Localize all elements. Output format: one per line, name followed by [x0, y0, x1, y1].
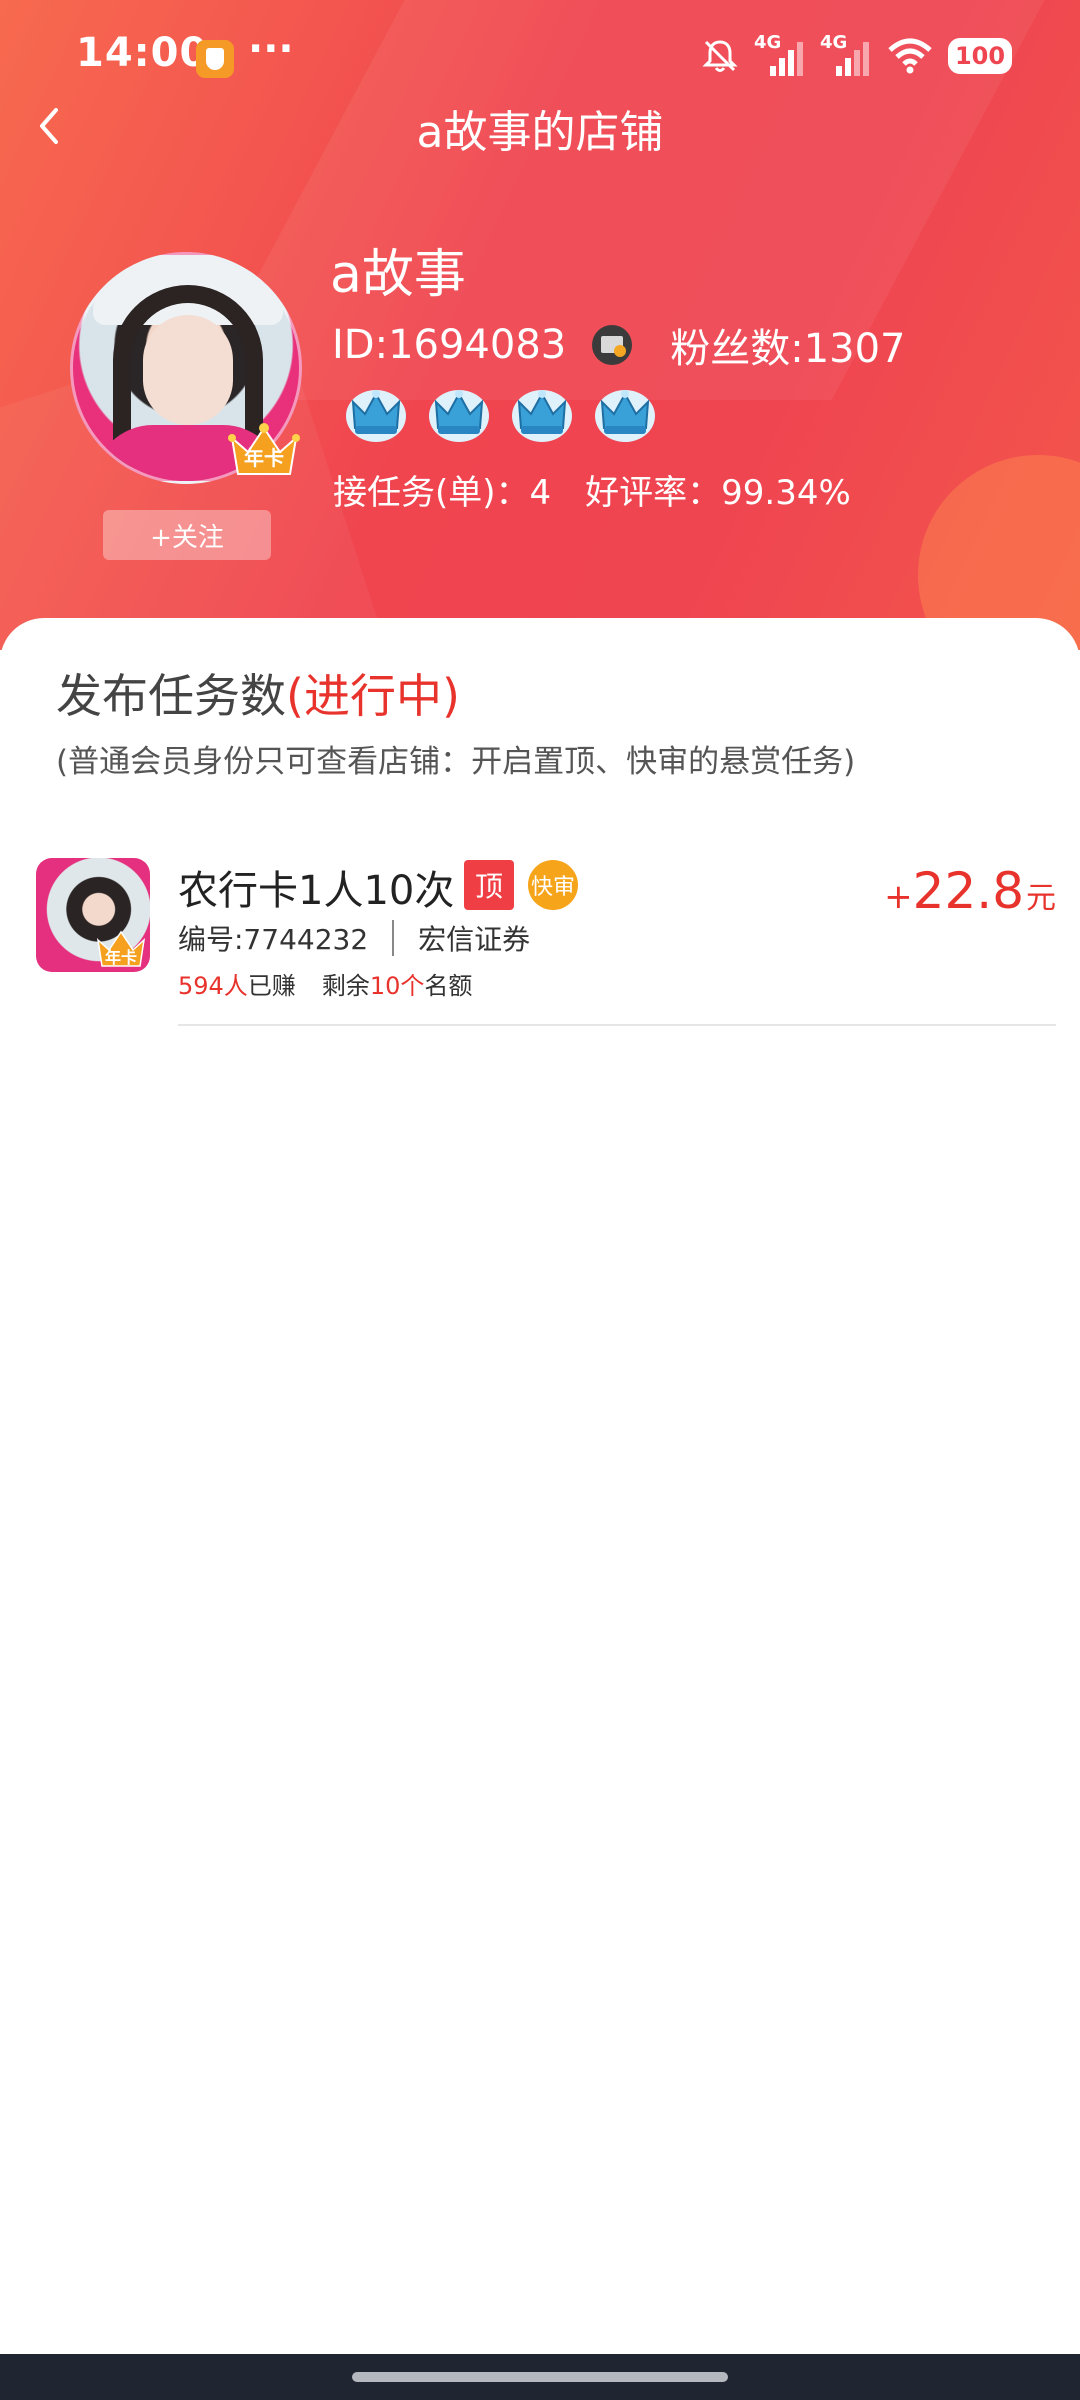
task-number: 编号:7744232 — [178, 923, 369, 956]
divider — [392, 920, 395, 956]
signal-icon: 4G — [820, 32, 872, 76]
rating: 好评率：99.34% — [585, 473, 851, 513]
fans-count: 粉丝数:1307 — [670, 326, 906, 372]
status-time: 14:00 — [76, 30, 209, 76]
shop-owner-name: a故事 — [330, 245, 466, 305]
wifi-icon — [888, 38, 932, 74]
section-note: (普通会员身份只可查看店铺：开启置顶、快审的悬赏任务) — [56, 744, 856, 780]
follow-button[interactable]: +关注 — [103, 510, 271, 560]
bell-muted-icon — [702, 40, 738, 72]
section-status: (进行中) — [286, 669, 460, 723]
remaining-label: 剩余 — [321, 972, 370, 1000]
more-notifications-indicator: ··· — [248, 26, 294, 72]
fast-review-badge: 快审 — [528, 860, 578, 910]
task-meta: 编号:7744232 宏信证券 — [178, 918, 530, 958]
annual-card-label: 年卡 — [104, 948, 137, 967]
page-title: a故事的店铺 — [416, 107, 664, 158]
annual-card-label: 年卡 — [244, 446, 284, 470]
id-row: ID:1694083 粉丝数:1307 — [332, 316, 906, 374]
task-list-card: 发布任务数(进行中) (普通会员身份只可查看店铺：开启置顶、快审的悬赏任务) 年… — [0, 618, 1080, 2358]
remaining-count: 10个 — [369, 972, 425, 1000]
task-title: 农行卡1人10次 — [178, 868, 455, 914]
reward-amount: 22.8 — [912, 862, 1024, 920]
section-title: 发布任务数(进行中) — [56, 660, 460, 726]
level-crowns — [343, 380, 658, 446]
pinned-badge: 顶 — [464, 860, 514, 910]
system-nav-bar — [0, 2354, 1080, 2400]
stats-row: 接任务(单)：4 好评率：99.34% — [333, 465, 851, 514]
annual-card-badge: 年卡 — [226, 420, 302, 480]
signal-icon: 4G — [754, 32, 806, 76]
shop-header: 14:00 ··· 4G 4G 100 a故事的店铺 年卡 +关注 a故事 ID… — [0, 0, 1080, 650]
crown-icon — [595, 390, 655, 442]
earned-label: 已赚 — [247, 972, 296, 1000]
reward-plus: + — [884, 877, 913, 917]
id-verified-icon — [592, 325, 633, 365]
crown-icon — [346, 390, 406, 442]
remaining-suffix: 名额 — [424, 972, 473, 1000]
user-id: ID:1694083 — [332, 322, 567, 368]
list-item[interactable]: 年卡 农行卡1人10次 顶 快审 编号:7744232 宏信证券 594人已赚剩… — [36, 858, 1056, 1028]
task-company: 宏信证券 — [418, 923, 531, 956]
status-bar: 14:00 ··· 4G 4G 100 — [0, 0, 1080, 110]
task-reward: + 22.8 元 — [884, 862, 1056, 920]
divider — [178, 1024, 1056, 1026]
app-shield-icon — [196, 40, 234, 78]
earned-count: 594人 — [178, 972, 248, 1000]
task-thumbnail: 年卡 — [36, 858, 150, 972]
section-title-text: 发布任务数 — [56, 669, 286, 723]
crown-icon — [512, 390, 572, 442]
home-indicator[interactable] — [352, 2372, 728, 2382]
status-icons: 4G 4G 100 — [700, 32, 1012, 80]
reward-unit: 元 — [1026, 881, 1056, 916]
crown-icon — [429, 390, 489, 442]
tasks-taken: 接任务(单)：4 — [333, 473, 552, 513]
battery-icon: 100 — [948, 38, 1012, 74]
task-progress: 594人已赚 剩余10个名额 — [178, 966, 472, 1001]
